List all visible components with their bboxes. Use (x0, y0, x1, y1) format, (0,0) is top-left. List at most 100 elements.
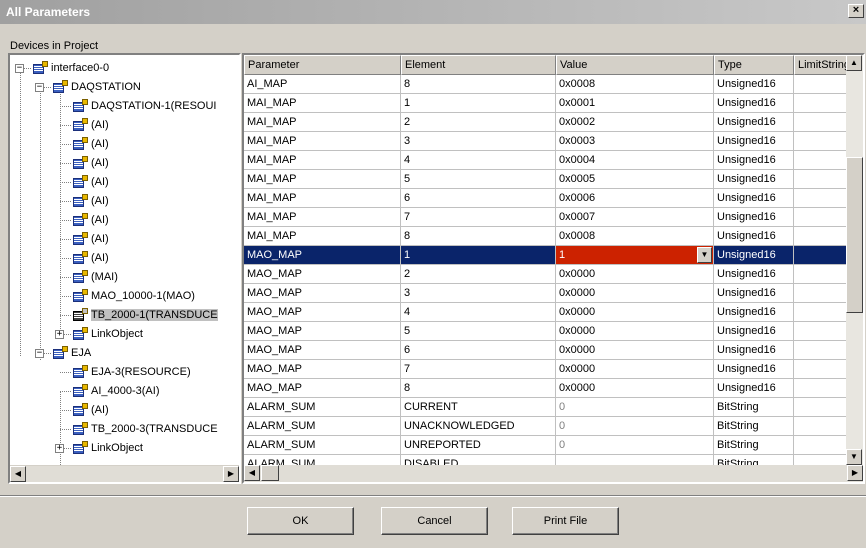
value-editor[interactable]: 1 ▼ (556, 246, 714, 265)
table-row[interactable]: AI_MAP 8 0x0008 Unsigned16 (244, 75, 850, 94)
tree-node[interactable]: (AI) (72, 211, 109, 229)
table-row[interactable]: MAI_MAP 8 0x0008 Unsigned16 (244, 227, 850, 246)
table-cell[interactable]: 0x0000 (556, 341, 714, 360)
tree-node[interactable]: AI_4000-3(AI) (72, 382, 159, 400)
tree-node[interactable]: (AI) (72, 249, 109, 267)
ok-button[interactable]: OK (247, 507, 354, 535)
collapse-icon[interactable]: − (15, 64, 24, 73)
grid-vertical-scrollbar[interactable]: ▲ ▼ (846, 55, 863, 465)
print-file-button[interactable]: Print File (512, 507, 619, 535)
tree-node[interactable]: EJA-3(RESOURCE) (72, 363, 191, 381)
tree-node[interactable]: LinkObject (72, 325, 143, 343)
table-row[interactable]: ALARM_SUM CURRENT 0 BitString (244, 398, 850, 417)
scroll-up-icon[interactable]: ▲ (846, 55, 862, 71)
tree-node[interactable]: (AI) (72, 154, 109, 172)
table-cell[interactable]: 0 (556, 436, 714, 455)
device-tree[interactable]: interface0-0− DAQSTATION − DAQSTATION-1(RES… (8, 53, 241, 484)
column-header[interactable]: Parameter (244, 55, 401, 75)
grid-horizontal-scrollbar[interactable]: ◀ ▶ (244, 465, 863, 482)
table-row[interactable]: MAO_MAP 8 0x0000 Unsigned16 (244, 379, 850, 398)
tree-connector (60, 182, 71, 183)
vertical-scroll-thumb[interactable] (846, 157, 863, 313)
scroll-down-icon[interactable]: ▼ (846, 449, 862, 465)
table-row[interactable]: ALARM_SUM UNREPORTED 0 BitString (244, 436, 850, 455)
table-cell[interactable]: 0x0008 (556, 75, 714, 94)
table-row[interactable]: MAO_MAP 7 0x0000 Unsigned16 (244, 360, 850, 379)
table-row[interactable]: MAI_MAP 6 0x0006 Unsigned16 (244, 189, 850, 208)
cell-text: 0x0007 (559, 211, 596, 223)
table-cell: MAI_MAP (244, 94, 401, 113)
table-cell[interactable]: 0 (556, 398, 714, 417)
scroll-right-icon[interactable]: ▶ (223, 466, 239, 482)
table-row[interactable]: ALARM_SUM UNACKNOWLEDGED 0 BitString (244, 417, 850, 436)
tree-node[interactable]: EJA (52, 344, 91, 362)
table-row[interactable]: MAI_MAP 5 0x0005 Unsigned16 (244, 170, 850, 189)
table-row[interactable]: MAI_MAP 7 0x0007 Unsigned16 (244, 208, 850, 227)
tree-node[interactable]: TB_2000-1(TRANSDUCE (72, 306, 218, 324)
table-cell[interactable]: 0x0006 (556, 189, 714, 208)
table-row[interactable]: MAO_MAP 2 0x0000 Unsigned16 (244, 265, 850, 284)
tree-node[interactable]: DAQSTATION (52, 78, 141, 96)
table-cell[interactable]: 0 (556, 417, 714, 436)
table-cell: Unsigned16 (714, 360, 794, 379)
table-row[interactable]: MAO_MAP 5 0x0000 Unsigned16 (244, 322, 850, 341)
table-cell[interactable]: 0x0003 (556, 132, 714, 151)
window-title: All Parameters (6, 5, 91, 19)
table-cell[interactable]: 0x0008 (556, 227, 714, 246)
table-cell: Unsigned16 (714, 132, 794, 151)
scroll-left-icon[interactable]: ◀ (10, 466, 26, 482)
tree-node[interactable]: (MAI) (72, 268, 118, 286)
table-cell[interactable]: 0x0004 (556, 151, 714, 170)
table-row[interactable]: MAI_MAP 4 0x0004 Unsigned16 (244, 151, 850, 170)
scroll-left-icon[interactable]: ◀ (244, 465, 260, 481)
cancel-button[interactable]: Cancel (381, 507, 488, 535)
table-cell[interactable]: 0x0000 (556, 303, 714, 322)
horizontal-scroll-thumb[interactable] (261, 465, 279, 481)
table-cell: BitString (714, 417, 794, 436)
table-cell[interactable]: 0x0001 (556, 94, 714, 113)
tree-node[interactable]: (AI) (72, 173, 109, 191)
tree-node[interactable]: MAO_10000-1(MAO) (72, 287, 195, 305)
tree-node[interactable]: DAQSTATION-1(RESOUI (72, 97, 217, 115)
table-row[interactable]: MAI_MAP 1 0x0001 Unsigned16 (244, 94, 850, 113)
scroll-right-icon[interactable]: ▶ (847, 465, 863, 481)
dropdown-arrow-icon[interactable]: ▼ (697, 247, 712, 263)
collapse-icon[interactable]: − (35, 83, 44, 92)
column-header[interactable]: Type (714, 55, 794, 75)
table-row[interactable]: MAO_MAP 4 0x0000 Unsigned16 (244, 303, 850, 322)
table-cell[interactable]: 0x0005 (556, 170, 714, 189)
table-row[interactable]: MAO_MAP 6 0x0000 Unsigned16 (244, 341, 850, 360)
expand-icon[interactable]: + (55, 330, 64, 339)
tree-node[interactable]: (AI) (72, 401, 109, 419)
collapse-icon[interactable]: − (35, 349, 44, 358)
tree-node[interactable]: (AI) (72, 230, 109, 248)
column-header[interactable]: Element (401, 55, 556, 75)
tree-node[interactable]: (AI) (72, 116, 109, 134)
tree-node[interactable]: (AI) (72, 135, 109, 153)
table-cell: 5 (401, 170, 556, 189)
table-cell[interactable]: 0x0000 (556, 265, 714, 284)
table-row[interactable]: MAO_MAP 3 0x0000 Unsigned16 (244, 284, 850, 303)
table-row[interactable]: MAI_MAP 2 0x0002 Unsigned16 (244, 113, 850, 132)
parameter-grid[interactable]: Parameter Element Value Type LimitString AI_… (242, 53, 865, 484)
table-cell[interactable]: 0x0000 (556, 379, 714, 398)
cell-text: 0x0003 (559, 135, 596, 147)
column-header[interactable]: LimitString (794, 55, 850, 75)
table-row[interactable]: MAO_MAP 1 1 ▼ Unsigned16 (244, 246, 850, 265)
tree-node[interactable]: (AI) (72, 192, 109, 210)
table-row[interactable]: MAI_MAP 3 0x0003 Unsigned16 (244, 132, 850, 151)
cell-text: ALARM_SUM (247, 401, 316, 413)
close-button[interactable]: × (848, 4, 864, 18)
column-header[interactable]: Value (556, 55, 714, 75)
tree-horizontal-scrollbar[interactable]: ◀ ▶ (10, 465, 239, 482)
table-cell[interactable]: 0x0000 (556, 360, 714, 379)
tree-node[interactable]: interface0-0 (32, 59, 109, 77)
table-cell[interactable]: 0x0000 (556, 284, 714, 303)
table-cell[interactable]: 0x0000 (556, 322, 714, 341)
tree-node[interactable]: LinkObject (72, 439, 143, 457)
table-cell[interactable]: 0x0007 (556, 208, 714, 227)
table-cell[interactable]: 0x0002 (556, 113, 714, 132)
tree-node[interactable]: TB_2000-3(TRANSDUCE (72, 420, 218, 438)
expand-icon[interactable]: + (55, 444, 64, 453)
cell-text: Unsigned16 (717, 363, 776, 375)
